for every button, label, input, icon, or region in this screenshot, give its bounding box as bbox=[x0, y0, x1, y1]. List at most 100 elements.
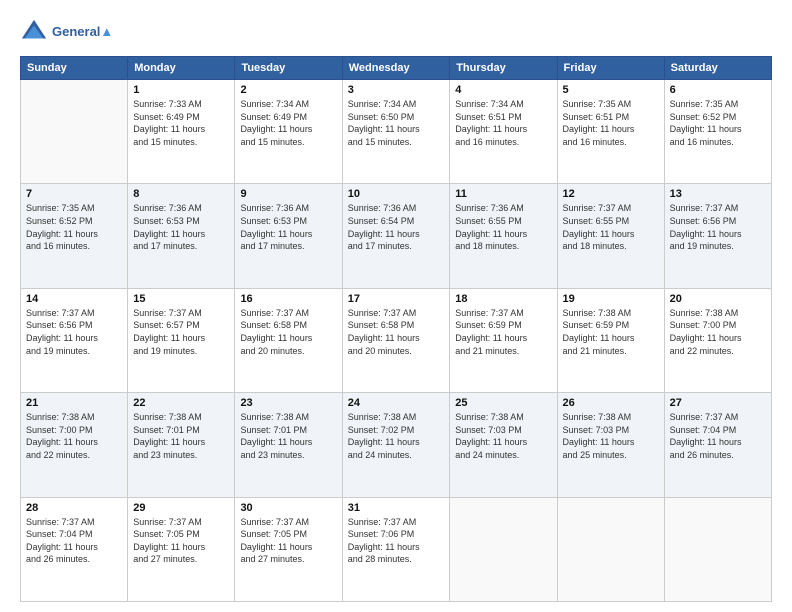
calendar-cell: 21Sunrise: 7:38 AMSunset: 7:00 PMDayligh… bbox=[21, 393, 128, 497]
day-info: Sunrise: 7:36 AMSunset: 6:55 PMDaylight:… bbox=[455, 202, 551, 252]
day-number: 28 bbox=[26, 502, 122, 514]
day-number: 17 bbox=[348, 293, 445, 305]
calendar-cell: 15 Sunrise: 7:37 AMSunset: 6:57 PMDayligh… bbox=[128, 288, 235, 392]
calendar-cell: 3Sunrise: 7:34 AMSunset: 6:50 PMDaylight… bbox=[342, 80, 450, 184]
day-info: Sunrise: 7:37 AMSunset: 6:58 PMDaylight:… bbox=[240, 307, 336, 357]
calendar-table: SundayMondayTuesdayWednesdayThursdayFrid… bbox=[20, 56, 772, 602]
day-number: 22 bbox=[133, 397, 229, 409]
calendar-cell: 17 Sunrise: 7:37 AMSunset: 6:58 PMDayligh… bbox=[342, 288, 450, 392]
week-row-4: 21Sunrise: 7:38 AMSunset: 7:00 PMDayligh… bbox=[21, 393, 772, 497]
day-number: 12 bbox=[563, 188, 659, 200]
day-info: Sunrise: 7:35 AMSunset: 6:51 PMDaylight:… bbox=[563, 98, 659, 148]
calendar-cell bbox=[664, 497, 771, 601]
day-info: Sunrise: 7:36 AMSunset: 6:53 PMDaylight:… bbox=[240, 202, 336, 252]
day-number: 23 bbox=[240, 397, 336, 409]
day-number: 2 bbox=[240, 84, 336, 96]
calendar-cell bbox=[557, 497, 664, 601]
day-number: 20 bbox=[670, 293, 766, 305]
calendar-cell: 11Sunrise: 7:36 AMSunset: 6:55 PMDayligh… bbox=[450, 184, 557, 288]
calendar-cell: 18 Sunrise: 7:37 AMSunset: 6:59 PMDayligh… bbox=[450, 288, 557, 392]
day-number: 31 bbox=[348, 502, 445, 514]
day-info: Sunrise: 7:38 AMSunset: 7:00 PMDaylight:… bbox=[670, 307, 766, 357]
day-header-thursday: Thursday bbox=[450, 57, 557, 80]
day-info: Sunrise: 7:37 AMSunset: 7:04 PMDaylight:… bbox=[26, 516, 122, 566]
day-number: 29 bbox=[133, 502, 229, 514]
day-info: Sunrise: 7:37 AMSunset: 6:58 PMDaylight:… bbox=[348, 307, 445, 357]
calendar-cell: 25Sunrise: 7:38 AMSunset: 7:03 PMDayligh… bbox=[450, 393, 557, 497]
week-row-1: 1Sunrise: 7:33 AMSunset: 6:49 PMDaylight… bbox=[21, 80, 772, 184]
day-info: Sunrise: 7:37 AMSunset: 7:06 PMDaylight:… bbox=[348, 516, 445, 566]
day-info: Sunrise: 7:37 AMSunset: 7:05 PMDaylight:… bbox=[240, 516, 336, 566]
day-info: Sunrise: 7:38 AMSunset: 6:59 PMDaylight:… bbox=[563, 307, 659, 357]
calendar-cell: 6Sunrise: 7:35 AMSunset: 6:52 PMDaylight… bbox=[664, 80, 771, 184]
calendar-cell: 29 Sunrise: 7:37 AMSunset: 7:05 PMDayligh… bbox=[128, 497, 235, 601]
day-header-tuesday: Tuesday bbox=[235, 57, 342, 80]
day-number: 25 bbox=[455, 397, 551, 409]
calendar-cell: 12 Sunrise: 7:37 AMSunset: 6:55 PMDayligh… bbox=[557, 184, 664, 288]
logo-text: General▲ bbox=[52, 24, 113, 40]
week-row-3: 14 Sunrise: 7:37 AMSunset: 6:56 PMDayligh… bbox=[21, 288, 772, 392]
header: General▲ bbox=[20, 18, 772, 46]
day-number: 16 bbox=[240, 293, 336, 305]
day-info: Sunrise: 7:34 AMSunset: 6:49 PMDaylight:… bbox=[240, 98, 336, 148]
calendar-cell: 22Sunrise: 7:38 AMSunset: 7:01 PMDayligh… bbox=[128, 393, 235, 497]
day-info: Sunrise: 7:37 AMSunset: 6:57 PMDaylight:… bbox=[133, 307, 229, 357]
calendar-cell: 2 Sunrise: 7:34 AMSunset: 6:49 PMDaylight… bbox=[235, 80, 342, 184]
day-number: 3 bbox=[348, 84, 445, 96]
day-number: 18 bbox=[455, 293, 551, 305]
day-number: 24 bbox=[348, 397, 445, 409]
day-info: Sunrise: 7:37 AMSunset: 7:04 PMDaylight:… bbox=[670, 411, 766, 461]
calendar-cell: 14 Sunrise: 7:37 AMSunset: 6:56 PMDayligh… bbox=[21, 288, 128, 392]
day-number: 4 bbox=[455, 84, 551, 96]
calendar-cell: 4 Sunrise: 7:34 AMSunset: 6:51 PMDaylight… bbox=[450, 80, 557, 184]
day-number: 8 bbox=[133, 188, 229, 200]
calendar-cell: 13 Sunrise: 7:37 AMSunset: 6:56 PMDayligh… bbox=[664, 184, 771, 288]
day-number: 10 bbox=[348, 188, 445, 200]
day-info: Sunrise: 7:38 AMSunset: 7:02 PMDaylight:… bbox=[348, 411, 445, 461]
day-info: Sunrise: 7:37 AMSunset: 6:56 PMDaylight:… bbox=[670, 202, 766, 252]
calendar-cell: 26 Sunrise: 7:38 AMSunset: 7:03 PMDayligh… bbox=[557, 393, 664, 497]
day-header-friday: Friday bbox=[557, 57, 664, 80]
calendar-cell: 8 Sunrise: 7:36 AMSunset: 6:53 PMDaylight… bbox=[128, 184, 235, 288]
day-info: Sunrise: 7:36 AMSunset: 6:54 PMDaylight:… bbox=[348, 202, 445, 252]
day-number: 14 bbox=[26, 293, 122, 305]
day-info: Sunrise: 7:35 AMSunset: 6:52 PMDaylight:… bbox=[26, 202, 122, 252]
day-number: 27 bbox=[670, 397, 766, 409]
day-number: 19 bbox=[563, 293, 659, 305]
calendar-cell: 23Sunrise: 7:38 AMSunset: 7:01 PMDayligh… bbox=[235, 393, 342, 497]
day-info: Sunrise: 7:38 AMSunset: 7:03 PMDaylight:… bbox=[563, 411, 659, 461]
calendar-cell bbox=[450, 497, 557, 601]
calendar-cell: 31 Sunrise: 7:37 AMSunset: 7:06 PMDayligh… bbox=[342, 497, 450, 601]
day-number: 13 bbox=[670, 188, 766, 200]
calendar-header-row: SundayMondayTuesdayWednesdayThursdayFrid… bbox=[21, 57, 772, 80]
day-number: 26 bbox=[563, 397, 659, 409]
day-number: 21 bbox=[26, 397, 122, 409]
day-header-sunday: Sunday bbox=[21, 57, 128, 80]
calendar-cell: 1Sunrise: 7:33 AMSunset: 6:49 PMDaylight… bbox=[128, 80, 235, 184]
day-number: 5 bbox=[563, 84, 659, 96]
calendar-cell: 28 Sunrise: 7:37 AMSunset: 7:04 PMDayligh… bbox=[21, 497, 128, 601]
logo: General▲ bbox=[20, 18, 113, 46]
day-info: Sunrise: 7:37 AMSunset: 6:59 PMDaylight:… bbox=[455, 307, 551, 357]
week-row-5: 28 Sunrise: 7:37 AMSunset: 7:04 PMDayligh… bbox=[21, 497, 772, 601]
calendar-cell: 5 Sunrise: 7:35 AMSunset: 6:51 PMDaylight… bbox=[557, 80, 664, 184]
day-info: Sunrise: 7:37 AMSunset: 7:05 PMDaylight:… bbox=[133, 516, 229, 566]
day-header-saturday: Saturday bbox=[664, 57, 771, 80]
week-row-2: 7 Sunrise: 7:35 AMSunset: 6:52 PMDaylight… bbox=[21, 184, 772, 288]
calendar-cell: 30Sunrise: 7:37 AMSunset: 7:05 PMDayligh… bbox=[235, 497, 342, 601]
day-info: Sunrise: 7:37 AMSunset: 6:55 PMDaylight:… bbox=[563, 202, 659, 252]
calendar-cell: 16 Sunrise: 7:37 AMSunset: 6:58 PMDayligh… bbox=[235, 288, 342, 392]
day-number: 15 bbox=[133, 293, 229, 305]
day-info: Sunrise: 7:34 AMSunset: 6:51 PMDaylight:… bbox=[455, 98, 551, 148]
day-header-monday: Monday bbox=[128, 57, 235, 80]
day-info: Sunrise: 7:36 AMSunset: 6:53 PMDaylight:… bbox=[133, 202, 229, 252]
logo-icon bbox=[20, 18, 48, 46]
calendar-cell bbox=[21, 80, 128, 184]
calendar-cell: 7 Sunrise: 7:35 AMSunset: 6:52 PMDaylight… bbox=[21, 184, 128, 288]
day-number: 7 bbox=[26, 188, 122, 200]
day-number: 9 bbox=[240, 188, 336, 200]
page: General▲ SundayMondayTuesdayWednesdayThu… bbox=[0, 0, 792, 612]
day-info: Sunrise: 7:37 AMSunset: 6:56 PMDaylight:… bbox=[26, 307, 122, 357]
day-number: 1 bbox=[133, 84, 229, 96]
calendar-cell: 20 Sunrise: 7:38 AMSunset: 7:00 PMDayligh… bbox=[664, 288, 771, 392]
